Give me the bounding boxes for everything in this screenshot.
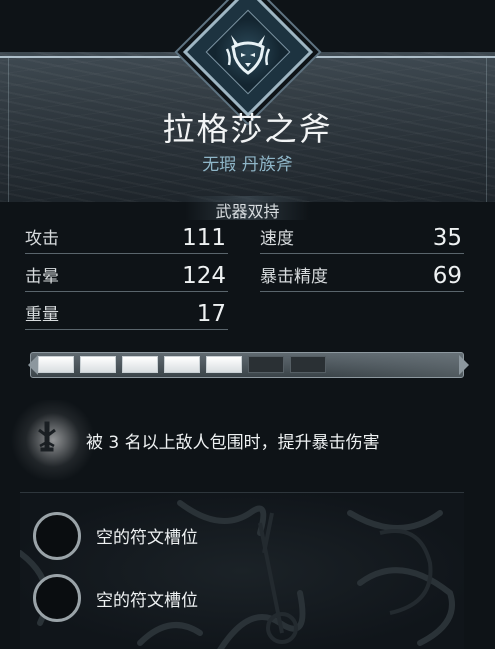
rune-slot-1[interactable] [33, 512, 81, 560]
stat-row-crit: 暴击精度 69 [260, 258, 464, 292]
upgrade-segment [248, 356, 284, 373]
upgrade-segment [290, 356, 326, 373]
stat-row-attack: 攻击 111 [25, 220, 228, 254]
item-card: 拉格莎之斧 无瑕 丹族斧 武器双持 攻击 111 击晕 124 重量 17 速度… [0, 0, 495, 649]
upgrade-segment [38, 356, 74, 373]
stat-value-stun: 124 [182, 263, 226, 289]
stat-value-crit: 69 [432, 263, 462, 289]
stat-row-stun: 击晕 124 [25, 258, 228, 292]
stat-label-stun: 击晕 [25, 267, 59, 287]
stat-row-speed: 速度 35 [260, 220, 464, 254]
stat-value-weight: 17 [196, 301, 226, 327]
bar-cap-right [459, 355, 469, 375]
stat-label-weight: 重量 [25, 305, 59, 325]
item-category: 武器双持 [215, 202, 280, 221]
upgrade-segment [206, 356, 242, 373]
stat-value-attack: 111 [182, 225, 226, 251]
upgrade-segment [80, 356, 116, 373]
header-divider-left [0, 56, 200, 58]
rune-slots-panel [20, 492, 464, 649]
perk-description: 被 3 名以上敌人包围时，提升暴击伤害 [86, 433, 380, 453]
rune-slot-2-label: 空的符文槽位 [96, 591, 198, 611]
upgrade-segment [164, 356, 200, 373]
rune-slot-2[interactable] [33, 574, 81, 622]
rune-dagger-icon [38, 421, 56, 452]
knotwork-decoration [20, 500, 455, 649]
upgrade-segment [122, 356, 158, 373]
wolf-emblem-icon [225, 35, 271, 75]
rune-slot-1-label: 空的符文槽位 [96, 528, 198, 548]
stat-label-attack: 攻击 [25, 229, 59, 249]
stat-row-weight: 重量 17 [25, 296, 228, 330]
stat-value-speed: 35 [432, 225, 462, 251]
item-subtitle: 无瑕 丹族斧 [202, 155, 293, 175]
header-divider-right [295, 56, 495, 58]
stat-label-speed: 速度 [260, 229, 294, 249]
stat-label-crit: 暴击精度 [260, 267, 328, 287]
item-title: 拉格莎之斧 [162, 110, 333, 148]
